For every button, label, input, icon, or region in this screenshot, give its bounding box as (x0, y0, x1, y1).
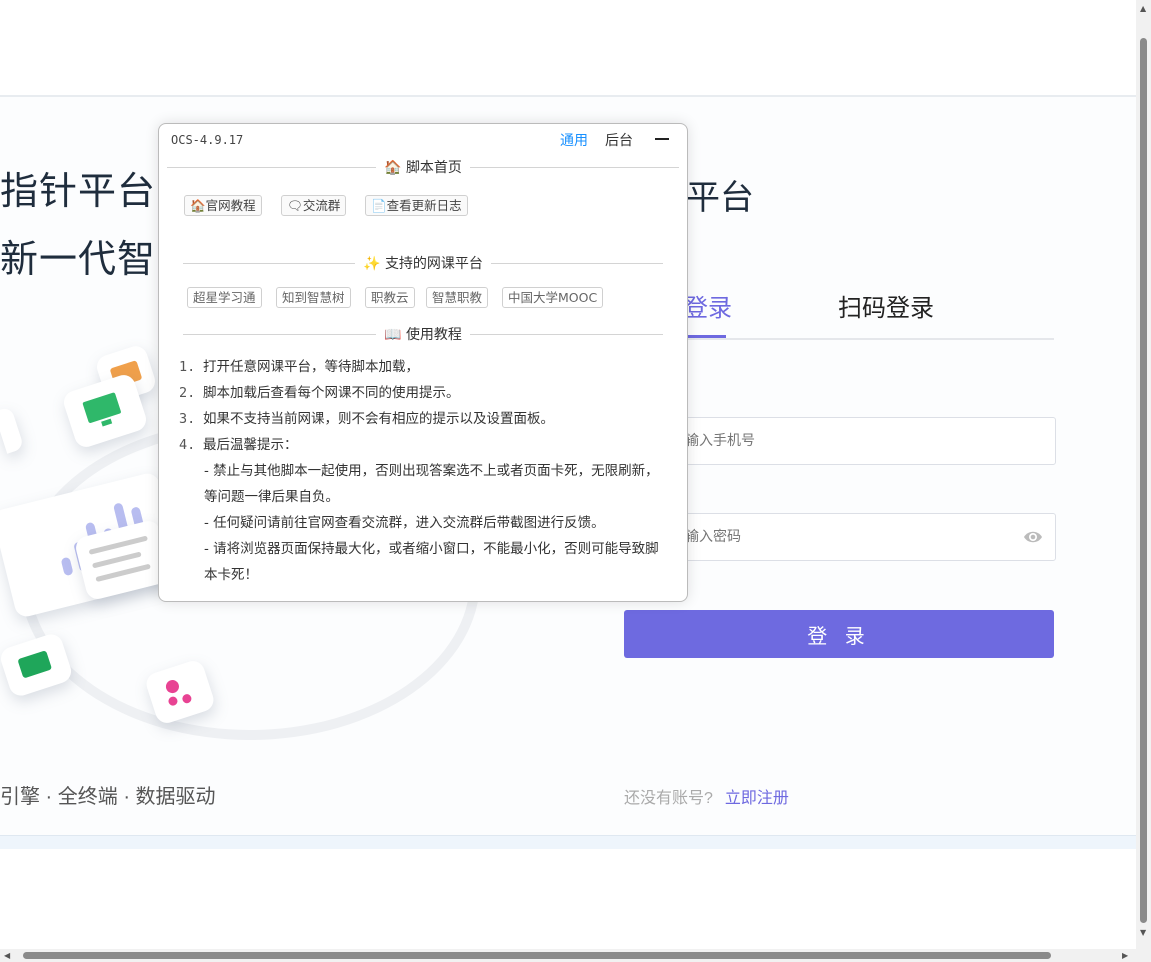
panel-header[interactable]: OCS-4.9.17 通用 后台 (159, 124, 687, 154)
register-question: 还没有账号? (624, 790, 713, 807)
section-guide-title: 使用教程 (405, 327, 462, 343)
section-platforms-header: ✨ 支持的网课平台 (183, 253, 663, 273)
hero-slogan: 引擎 · 全终端 · 数据驱动 (0, 786, 216, 808)
tab-password-login[interactable]: 登录 (684, 288, 732, 323)
platform-zhihuishu[interactable]: 知到智慧树 (276, 287, 351, 308)
home-icon: 🏠 (384, 160, 402, 176)
scroll-down-arrow-icon[interactable]: ▼ (1140, 928, 1146, 937)
bottom-area (0, 849, 1136, 949)
guide-step: 3. 如果不支持当前网课，则不会有相应的提示以及设置面板。 (179, 411, 554, 427)
vertical-scroll-thumb[interactable] (1140, 38, 1147, 923)
guide-tip: - 禁止与其他脚本一起使用，否则出现答案选不上或者页面卡死，无限刷新，等问题一律… (204, 463, 659, 505)
usage-guide: 1. 打开任意网课平台，等待脚本加载， 2. 脚本加载后查看每个网课不同的使用提示。… (179, 354, 669, 588)
tab-backend[interactable]: 后台 (605, 130, 633, 150)
platform-title: 平台 (686, 179, 754, 217)
platform-icourse-mooc[interactable]: 中国大学MOOC (502, 287, 604, 308)
login-tabs: 登录 扫码登录 (624, 288, 1054, 340)
book-icon: 📖 (384, 327, 402, 343)
link-official-tutorial[interactable]: 🏠官网教程 (184, 195, 262, 216)
guide-step: 2. 脚本加载后查看每个网课不同的使用提示。 (179, 385, 460, 401)
register-link[interactable]: 立即注册 (725, 790, 789, 807)
document-icon: 📄 (371, 198, 387, 213)
tab-qr-login[interactable]: 扫码登录 (838, 288, 934, 323)
horizontal-scrollbar[interactable]: ◀ ▶ (0, 949, 1136, 962)
footer-strip (0, 835, 1136, 850)
minimize-icon[interactable] (655, 138, 669, 140)
platform-chaoxing[interactable]: 超星学习通 (187, 287, 262, 308)
home-icon: 🏠 (190, 198, 206, 213)
link-changelog[interactable]: 📄查看更新日志 (365, 195, 468, 216)
top-header (0, 0, 1136, 97)
platform-zhijiaoyun[interactable]: 职教云 (365, 287, 415, 308)
guide-step: 1. 打开任意网课平台，等待脚本加载， (179, 359, 419, 375)
vertical-scrollbar[interactable]: ▲ ▼ (1136, 0, 1151, 962)
login-button[interactable]: 登 录 (624, 610, 1054, 658)
section-home-header: 🏠 脚本首页 (167, 157, 679, 177)
section-platforms-title: 支持的网课平台 (384, 256, 483, 272)
phone-field[interactable] (624, 417, 1056, 465)
ocs-script-panel[interactable]: OCS-4.9.17 通用 后台 🏠 脚本首页 🏠官网教程 🗨交流群 📄查看更新… (158, 123, 688, 602)
guide-step: 4. 最后温馨提示： (179, 437, 298, 453)
scroll-left-arrow-icon[interactable]: ◀ (4, 951, 10, 960)
eye-icon[interactable] (1023, 527, 1043, 547)
horizontal-scroll-thumb[interactable] (23, 952, 1051, 959)
hero-title-line2: 新一代智 (0, 239, 157, 281)
register-prompt: 还没有账号? 立即注册 (624, 784, 789, 808)
link-chat-group[interactable]: 🗨交流群 (281, 195, 347, 216)
chat-bubble-icon: 🗨 (287, 198, 303, 213)
section-guide-header: 📖 使用教程 (183, 324, 663, 344)
tab-general[interactable]: 通用 (560, 130, 588, 150)
guide-tip: - 任何疑问请前往官网查看交流群，进入交流群后带截图进行反馈。 (204, 515, 605, 531)
guide-tip: - 请将浏览器页面保持最大化，或者缩小窗口，不能最小化，否则可能导致脚本卡死！ (204, 541, 659, 583)
platform-zhihuizhijiao[interactable]: 智慧职教 (426, 287, 489, 308)
scroll-up-arrow-icon[interactable]: ▲ (1140, 4, 1146, 13)
password-field[interactable] (624, 513, 1056, 561)
sparkle-icon: ✨ (363, 256, 381, 272)
partial-tile (0, 406, 25, 454)
script-version: OCS-4.9.17 (171, 133, 244, 147)
scroll-right-arrow-icon[interactable]: ▶ (1122, 951, 1128, 960)
section-home-title: 脚本首页 (405, 160, 462, 176)
hero-title-line1: 指针平台 (0, 171, 157, 213)
